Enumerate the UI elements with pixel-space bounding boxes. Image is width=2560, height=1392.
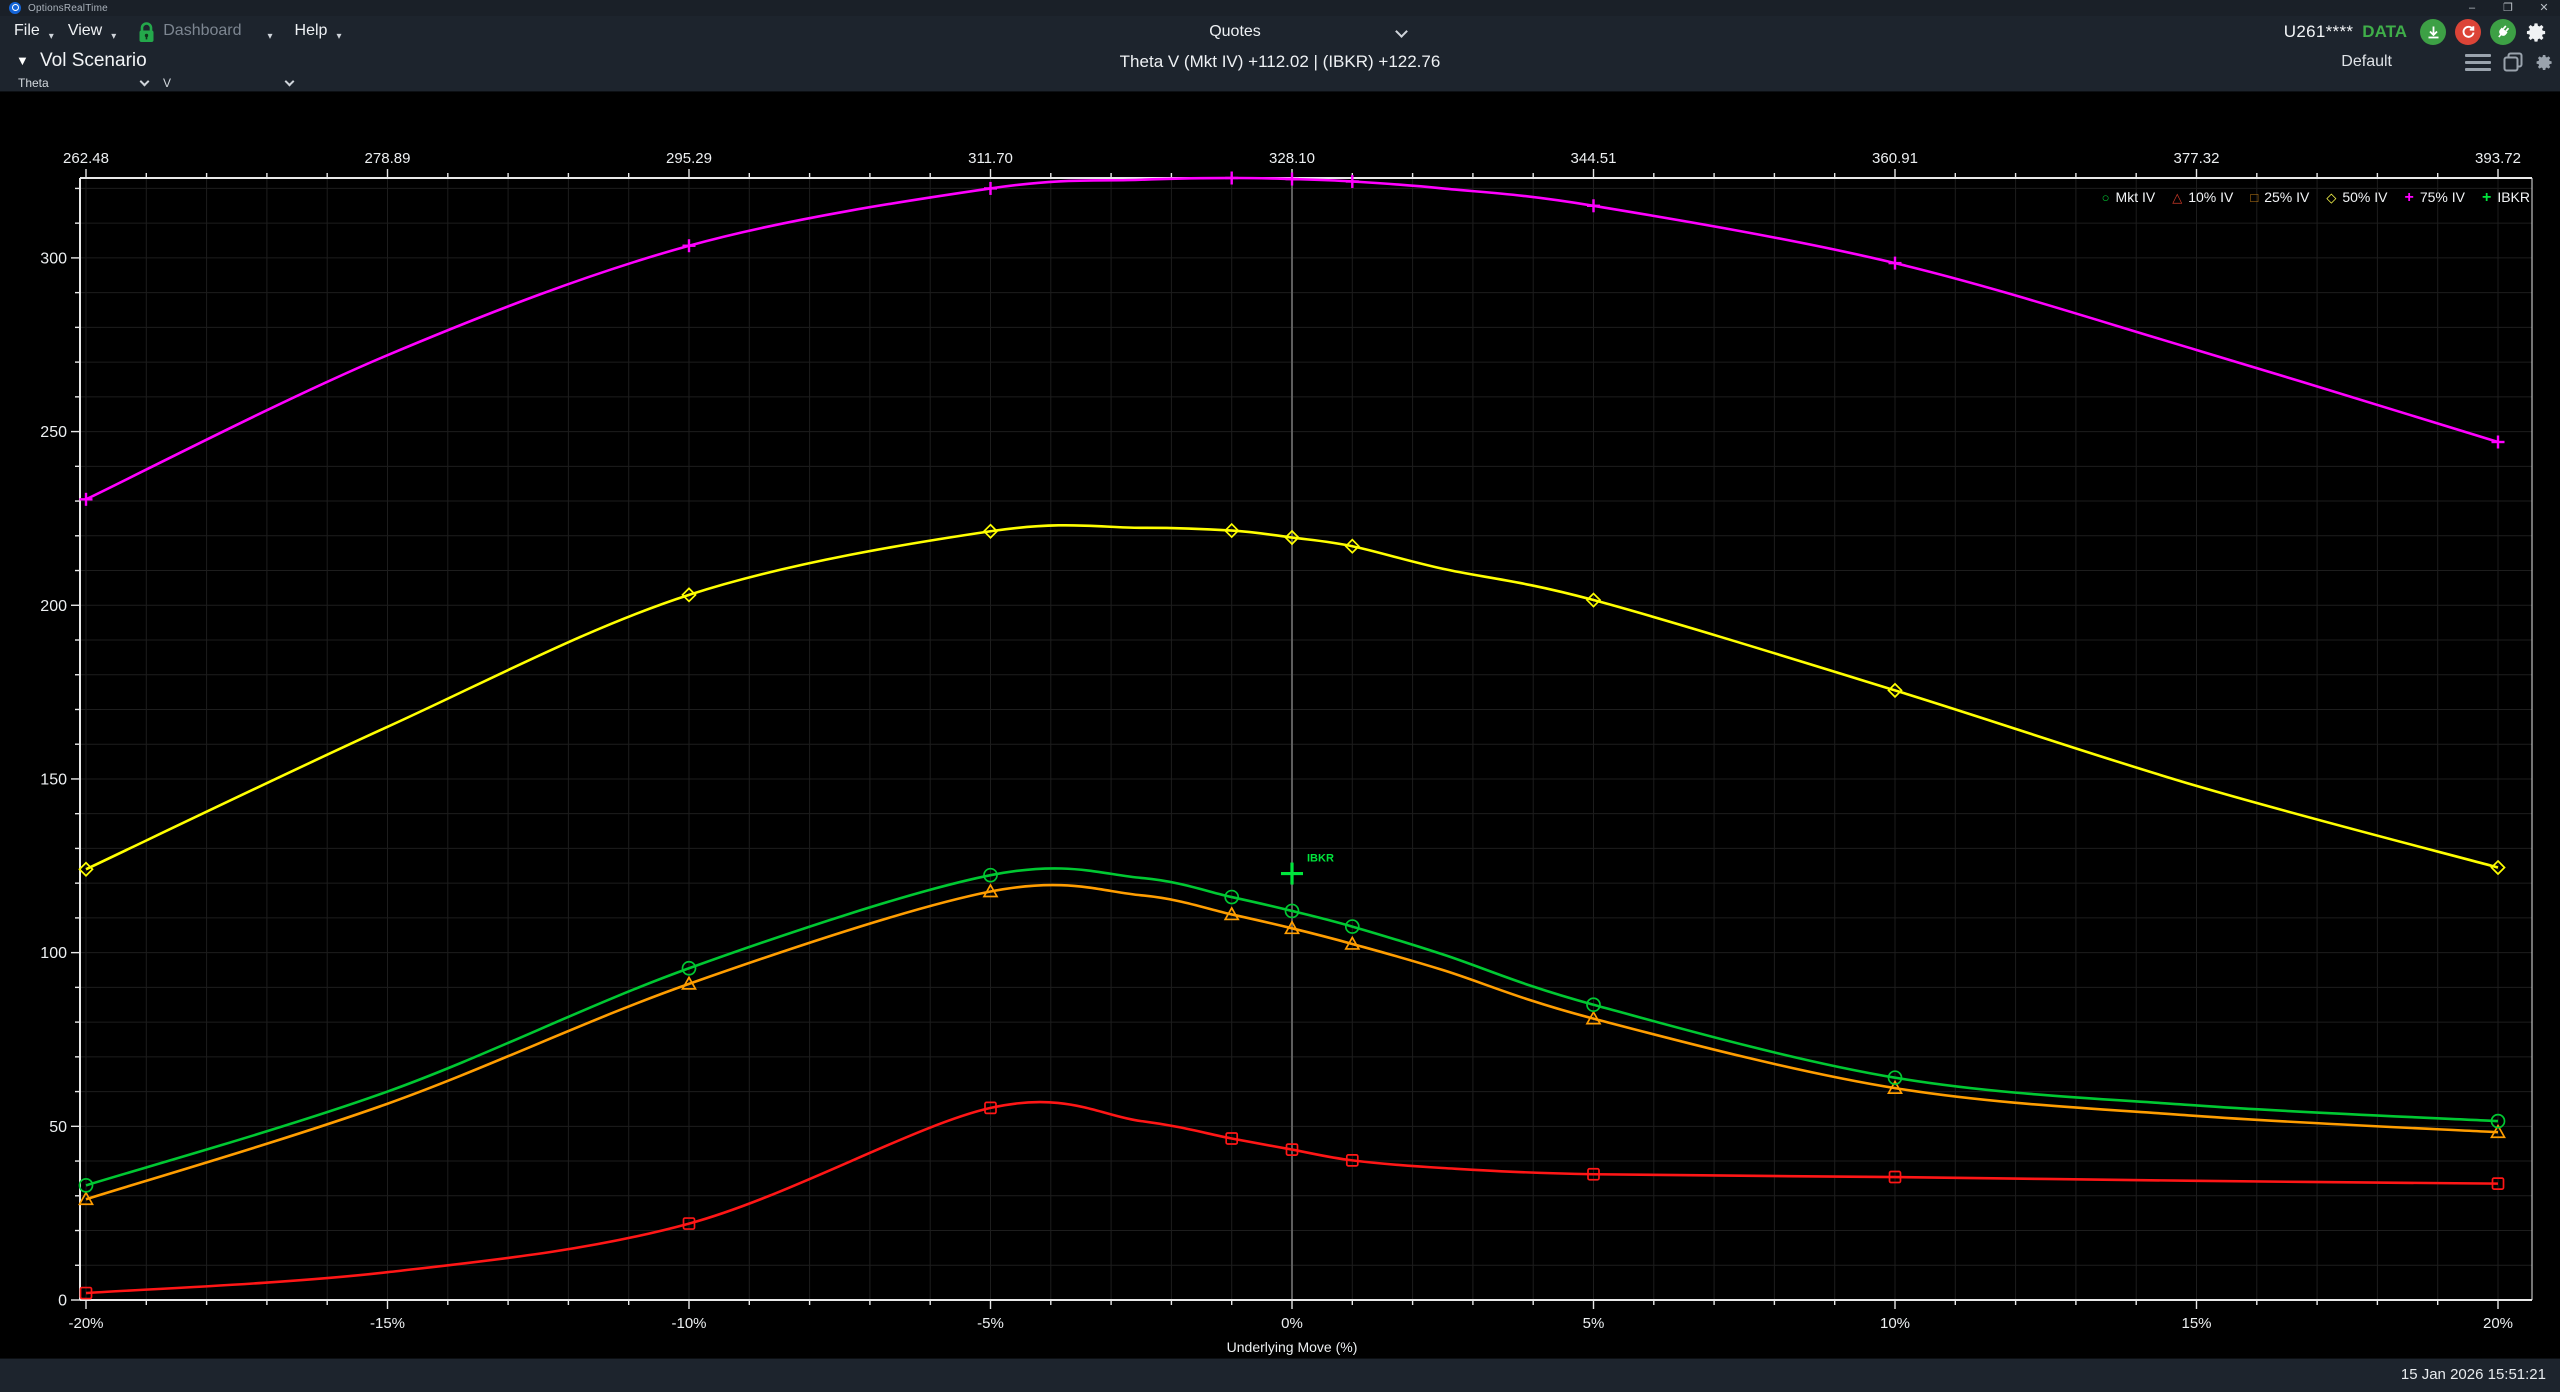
top-axis-label: 262.48 (63, 150, 109, 167)
chevron-down-icon: ▾ (268, 31, 273, 42)
legend-item-25-iv[interactable]: □ 25% IV (2250, 189, 2309, 205)
chevron-down-icon: ▾ (336, 31, 341, 42)
top-axis-label: 311.70 (968, 150, 1013, 167)
account-area: U261**** DATA (2284, 16, 2548, 48)
top-axis-label: 393.72 (2475, 150, 2521, 167)
panel-header: ▼ Vol Scenario Theta V (Mkt IV) +112.02 … (0, 48, 2560, 75)
refresh-button[interactable] (2455, 19, 2481, 45)
collapse-panel-icon[interactable]: ▼ (16, 53, 29, 68)
bottom-axis-label: 15% (2181, 1315, 2211, 1332)
minimize-button[interactable]: – (2464, 0, 2480, 16)
y-axis-label: 150 (40, 771, 67, 788)
legend-item-mkt-iv[interactable]: ○ Mkt IV (2102, 189, 2156, 205)
vol-scenario-chart[interactable]: 262.48 278.89 295.29 311.70 328.10 344.51 360.… (0, 93, 2560, 1358)
legend-item-10-iv[interactable]: △ 10% IV (2172, 189, 2233, 205)
legend-marker-icon: △ (2172, 191, 2182, 204)
app-logo-icon (9, 2, 21, 14)
top-axis-label: 377.32 (2174, 150, 2220, 167)
panel-title: Vol Scenario (40, 50, 147, 72)
quotes-dropdown-value: Quotes (1060, 23, 1410, 41)
ibkr-point-label: IBKR (1307, 853, 1334, 865)
menu-view[interactable]: View ▾ (68, 22, 116, 42)
menu-dashboard-label: Dashboard (163, 22, 241, 40)
legend-marker-icon: ◇ (2326, 191, 2336, 204)
close-button[interactable]: ✕ (2536, 0, 2552, 16)
preset-selector[interactable]: Default (2341, 53, 2392, 71)
y-axis-label: 300 (40, 250, 67, 267)
legend-marker-icon: □ (2250, 191, 2258, 204)
bottom-axis-label: -15% (370, 1315, 405, 1332)
x-axis-title: Underlying Move (%) (1227, 1339, 1358, 1355)
menu-file-label: File (14, 22, 40, 40)
menu-dashboard[interactable]: Dashboard ▾ (163, 22, 272, 42)
chart-canvas[interactable]: 262.48 278.89 295.29 311.70 328.10 344.51 360.… (0, 93, 2560, 1358)
bottom-axis-label: -10% (671, 1315, 706, 1332)
legend-label: 50% IV (2342, 189, 2387, 205)
settings-gear-icon[interactable] (2525, 21, 2548, 44)
quotes-dropdown[interactable]: Quotes (1060, 16, 1410, 48)
legend-marker-icon: + (2482, 191, 2491, 204)
legend-label: Mkt IV (2116, 189, 2156, 205)
panel-settings-gear-icon[interactable] (2535, 53, 2554, 72)
top-axis-label: 360.91 (1872, 150, 1918, 167)
y-axis-label: 0 (58, 1293, 67, 1310)
download-button[interactable] (2420, 19, 2446, 45)
metric-dropdown[interactable]: V (163, 75, 293, 91)
top-axis-label: 295.29 (666, 150, 712, 167)
bottom-axis-label: 5% (1583, 1315, 1605, 1332)
top-axis-label: 278.89 (365, 150, 411, 167)
greek-dropdown-value: Theta (18, 76, 49, 90)
chart-legend: ○Mkt IV△10% IV□25% IV◇50% IV+75% IV+IBKR (2102, 189, 2530, 205)
bottom-axis-label: 10% (1880, 1315, 1910, 1332)
window-titlebar: OptionsRealTime – ❐ ✕ (0, 0, 2560, 16)
y-axis-label: 250 (40, 424, 67, 441)
y-axis-label: 50 (49, 1119, 67, 1136)
chevron-down-icon: ▾ (49, 31, 54, 42)
connection-plug-button[interactable] (2490, 19, 2516, 45)
legend-item-ibkr[interactable]: + IBKR (2482, 189, 2530, 205)
menu-help-label: Help (295, 22, 328, 40)
legend-item-50-iv[interactable]: ◇ 50% IV (2326, 189, 2387, 205)
legend-label: IBKR (2497, 189, 2530, 205)
bottom-axis-label: 0% (1281, 1315, 1303, 1332)
status-bar: 15 Jan 2026 15:51:21 (0, 1358, 2560, 1392)
legend-item-75-iv[interactable]: +75% IV (2404, 189, 2464, 205)
metric-dropdown-value: V (163, 76, 171, 90)
chevron-down-icon: ▾ (111, 31, 116, 42)
menu-file[interactable]: File ▾ (14, 22, 54, 42)
menu-hamburger-icon[interactable] (2465, 54, 2491, 71)
window-title: OptionsRealTime (28, 3, 108, 14)
ibkr-point-marker: IBKR (1281, 853, 1334, 885)
y-axis-label: 200 (40, 598, 67, 615)
y-axis-label: 100 (40, 945, 67, 962)
chevron-down-icon (285, 77, 295, 87)
maximize-button[interactable]: ❐ (2500, 0, 2516, 16)
duplicate-panel-icon[interactable] (2503, 52, 2523, 72)
menu-view-label: View (68, 22, 102, 40)
top-axis-label: 328.10 (1269, 150, 1315, 167)
legend-label: 75% IV (2420, 189, 2465, 205)
legend-marker-icon: + (2404, 191, 2413, 204)
data-status-badge: DATA (2362, 22, 2407, 42)
lock-icon (138, 22, 155, 43)
greek-dropdown[interactable]: Theta (18, 75, 148, 91)
selector-row: Theta V (0, 75, 2560, 92)
legend-marker-icon: ○ (2102, 191, 2110, 204)
account-id: U261**** (2284, 22, 2354, 42)
top-axis-label: 344.51 (1571, 150, 1617, 167)
legend-label: 10% IV (2188, 189, 2233, 205)
chart-title: Theta V (Mkt IV) +112.02 | (IBKR) +122.7… (1120, 52, 1441, 72)
chevron-down-icon (140, 77, 150, 87)
menu-help[interactable]: Help ▾ (295, 22, 342, 42)
legend-label: 25% IV (2264, 189, 2309, 205)
axis-ticks (71, 169, 2498, 1309)
status-timestamp: 15 Jan 2026 15:51:21 (2401, 1366, 2546, 1383)
bottom-axis-label: -5% (977, 1315, 1004, 1332)
bottom-axis-label: 20% (2483, 1315, 2513, 1332)
bottom-axis-label: -20% (68, 1315, 103, 1332)
